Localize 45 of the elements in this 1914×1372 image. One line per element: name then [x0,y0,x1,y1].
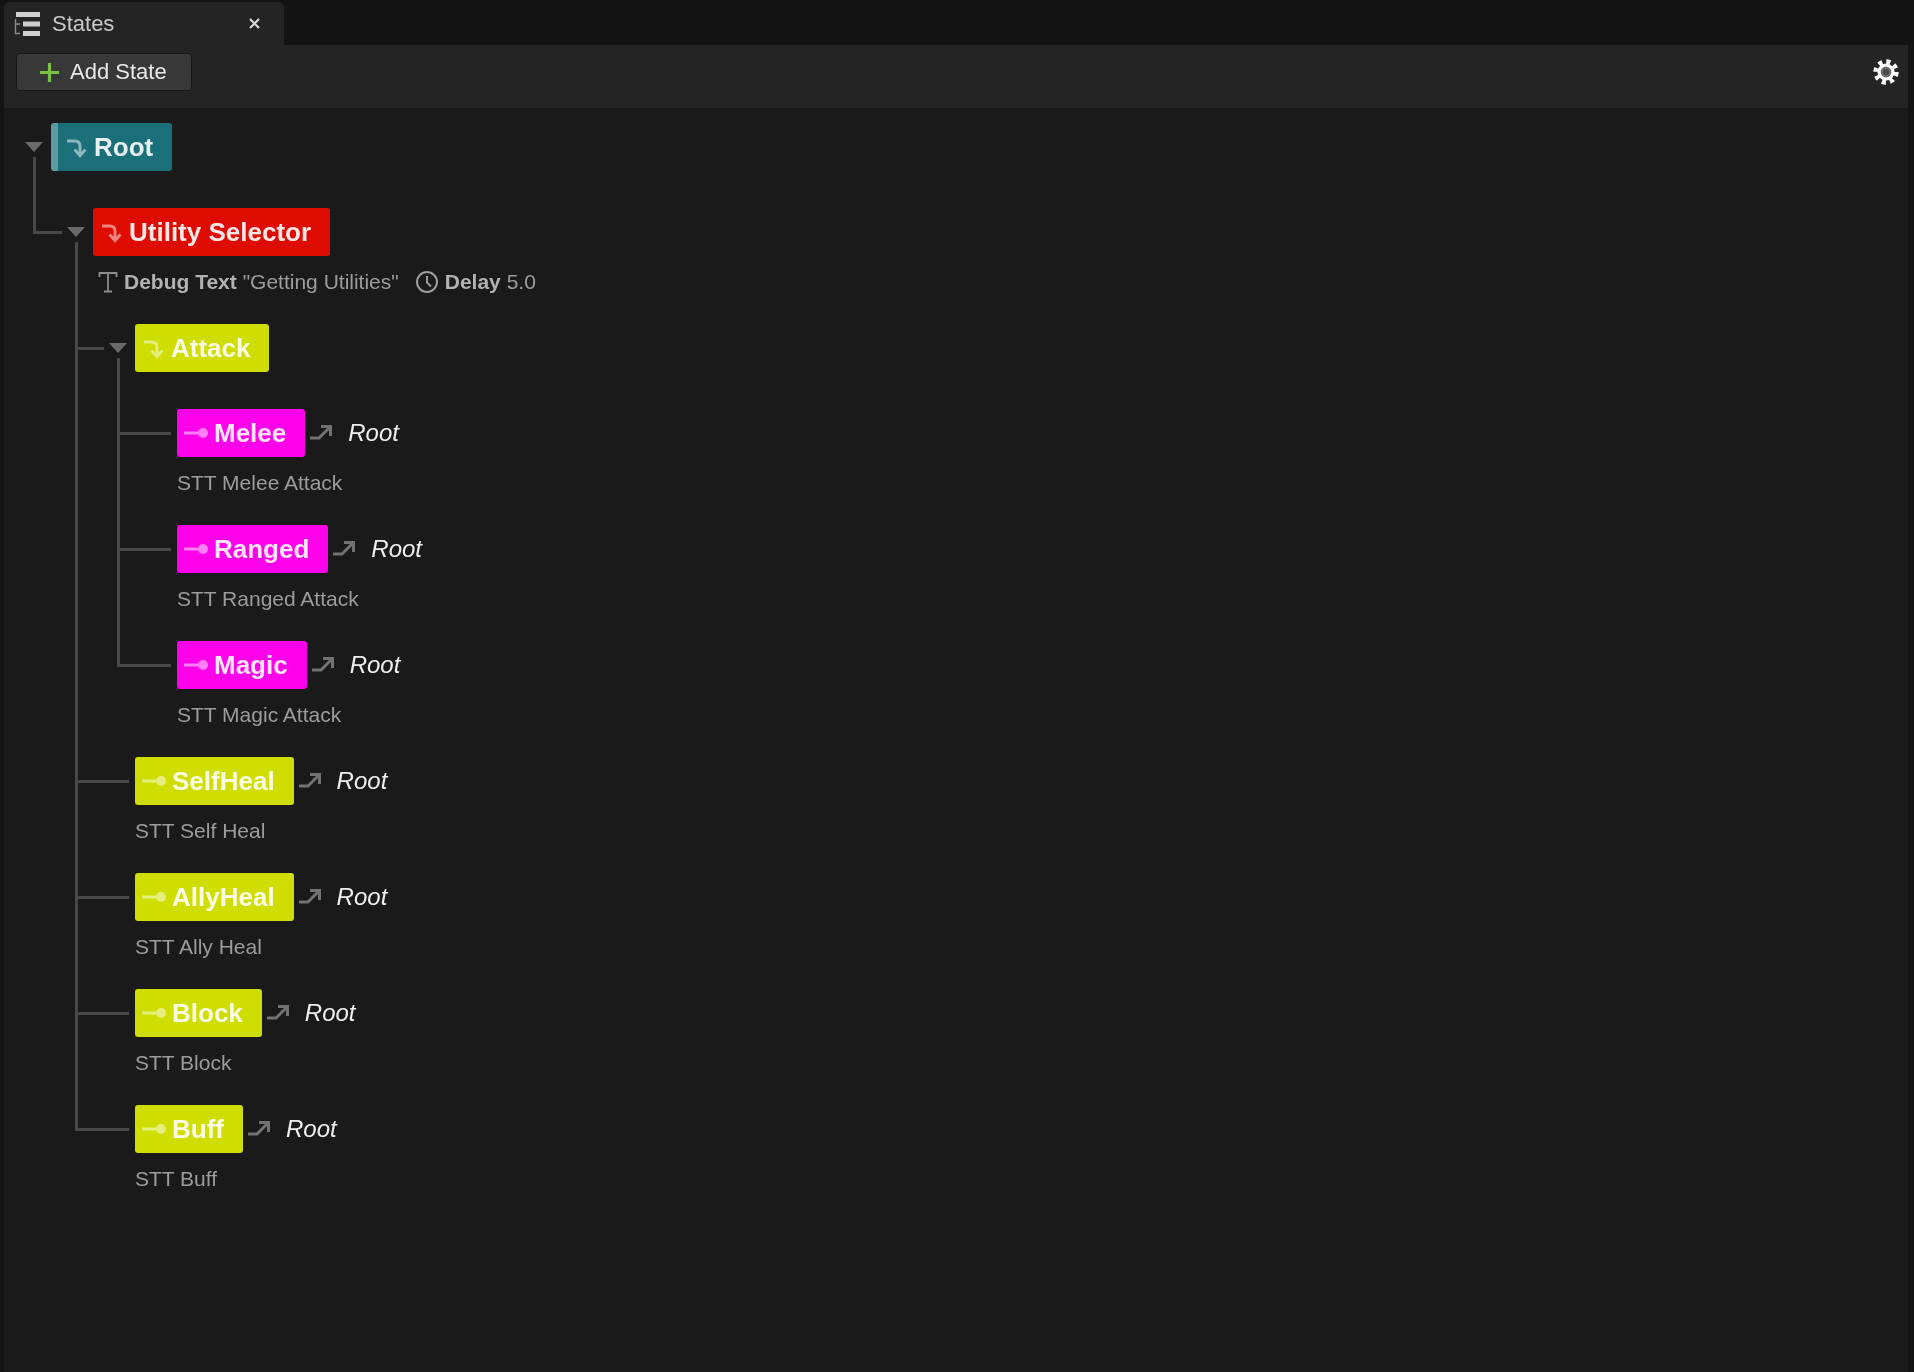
transition-target: Root [349,650,401,680]
state-node[interactable]: AllyHeal [135,873,294,921]
line-dot-icon [142,1123,167,1135]
transition-target: Root [348,418,399,448]
plus-icon [39,61,60,83]
transition-target: Root [286,1114,337,1144]
line-dot-icon [184,659,209,671]
close-icon[interactable] [249,18,260,29]
settings-icon[interactable] [1873,59,1899,85]
transition-target: Root [336,766,388,796]
text-icon [98,271,118,293]
state-node[interactable]: Utility Selector [93,208,331,256]
state-node[interactable]: Magic [177,641,307,689]
caret-down-icon[interactable] [67,227,85,237]
transition-target: Root [336,882,388,912]
task-text: STT Melee Attack [177,470,343,496]
panel-tab[interactable]: States [4,2,284,45]
tree-list-icon [14,11,40,36]
state-node[interactable]: SelfHeal [135,757,294,805]
state-node[interactable]: Ranged [177,525,329,573]
state-node[interactable]: Buff [135,1105,243,1153]
state-node[interactable]: Root [51,123,173,171]
tab-title: States [52,12,115,35]
state-node[interactable]: Melee [177,409,306,457]
task-text: STT Block [135,1050,232,1076]
transition-target: Root [304,998,356,1028]
caret-down-icon[interactable] [25,142,43,152]
task-text: STT Magic Attack [177,702,342,728]
clock-icon [414,270,439,294]
state-node[interactable]: Block [135,989,262,1037]
line-dot-icon [184,543,209,555]
caret-down-icon[interactable] [109,343,127,353]
state-node[interactable]: Attack [135,324,270,372]
task-text: Debug Text "Getting Utilities" [124,269,399,295]
line-dot-icon [142,775,167,787]
task-text: STT Self Heal [135,818,266,844]
transition-target: Root [371,534,423,564]
task-text: STT Buff [135,1166,218,1192]
task-text: STT Ally Heal [135,934,262,960]
line-dot-icon [142,891,167,903]
task-text: STT Ranged Attack [177,586,359,612]
add-state-button[interactable]: Add State [16,53,192,91]
task-text: Delay 5.0 [444,269,536,295]
line-dot-icon [142,1007,167,1019]
line-dot-icon [184,427,209,439]
